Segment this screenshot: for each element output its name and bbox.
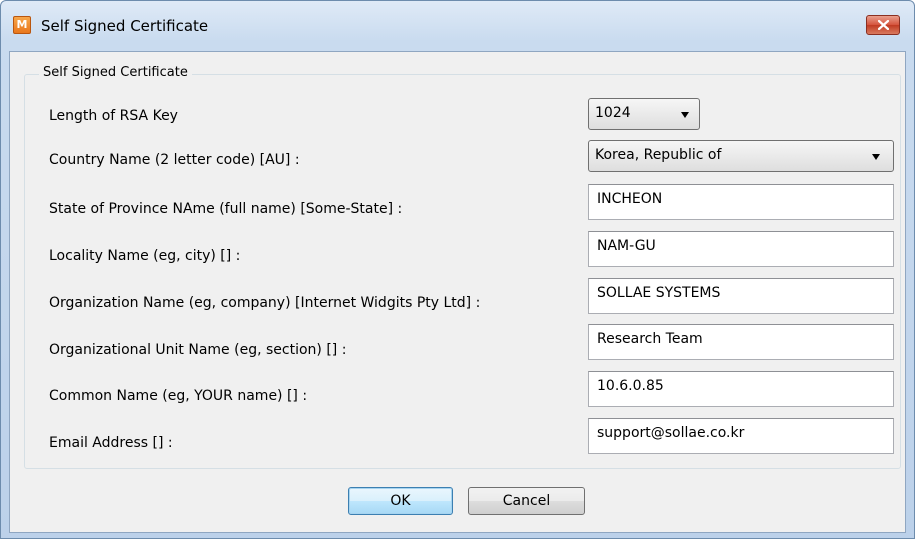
- email-input[interactable]: support@sollae.co.kr: [588, 418, 894, 454]
- chevron-down-icon: [872, 154, 880, 160]
- common-name-label: Common Name (eg, YOUR name) [] :: [49, 388, 308, 404]
- close-icon: [878, 20, 889, 30]
- common-name-input[interactable]: 10.6.0.85: [588, 371, 894, 407]
- country-value: Korea, Republic of: [595, 147, 722, 163]
- org-unit-label: Organizational Unit Name (eg, section) […: [49, 342, 347, 358]
- state-label: State of Province NAme (full name) [Some…: [49, 201, 403, 217]
- locality-input[interactable]: NAM-GU: [588, 231, 894, 267]
- window-title: Self Signed Certificate: [41, 17, 209, 35]
- locality-label: Locality Name (eg, city) [] :: [49, 248, 241, 264]
- country-select[interactable]: Korea, Republic of: [588, 140, 894, 172]
- rsa-key-label: Length of RSA Key: [49, 108, 178, 124]
- dialog-window: M Self Signed Certificate Self Signed Ce…: [0, 0, 915, 539]
- organization-label: Organization Name (eg, company) [Interne…: [49, 295, 481, 311]
- chevron-down-icon: [681, 112, 689, 118]
- cancel-button[interactable]: Cancel: [468, 487, 585, 515]
- close-button[interactable]: [866, 15, 900, 35]
- dialog-body: Self Signed Certificate Length of RSA Ke…: [9, 51, 906, 533]
- state-input[interactable]: INCHEON: [588, 184, 894, 220]
- title-bar[interactable]: M Self Signed Certificate: [1, 1, 914, 51]
- country-label: Country Name (2 letter code) [AU] :: [49, 152, 300, 168]
- app-m-icon: M: [13, 16, 31, 34]
- group-title: Self Signed Certificate: [39, 65, 192, 80]
- ok-button[interactable]: OK: [348, 487, 453, 515]
- certificate-groupbox: Self Signed Certificate Length of RSA Ke…: [24, 65, 901, 469]
- organization-input[interactable]: SOLLAE SYSTEMS: [588, 278, 894, 314]
- rsa-key-select[interactable]: 1024: [588, 98, 700, 130]
- rsa-key-value: 1024: [595, 105, 631, 121]
- email-label: Email Address [] :: [49, 435, 173, 451]
- org-unit-input[interactable]: Research Team: [588, 324, 894, 360]
